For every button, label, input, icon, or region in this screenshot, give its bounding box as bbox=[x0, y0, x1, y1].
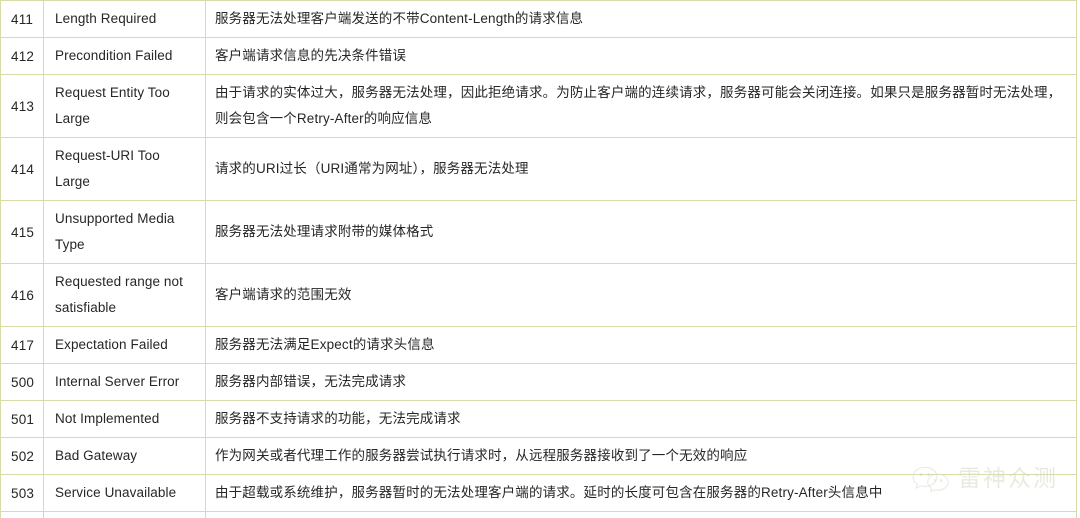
status-code-cell: 411 bbox=[0, 0, 44, 38]
table-row: 416 Requested range not satisfiable 客户端请求的… bbox=[0, 263, 1077, 327]
status-description-cell: 客户端请求信息的先决条件错误 bbox=[205, 37, 1077, 75]
status-description-cell: 服务器不支持请求的功能，无法完成请求 bbox=[205, 400, 1077, 438]
status-description-cell: 由于请求的实体过大，服务器无法处理，因此拒绝请求。为防止客户端的连续请求，服务器… bbox=[205, 74, 1077, 138]
status-description-cell: 请求的URI过长（URI通常为网址），服务器无法处理 bbox=[205, 137, 1077, 201]
status-name-cell: Expectation Failed bbox=[43, 326, 206, 364]
table-row: 413 Request Entity Too Large 由于请求的实体过大，服务器… bbox=[0, 74, 1077, 138]
status-code-cell: 502 bbox=[0, 437, 44, 475]
status-name-cell: Requested range not satisfiable bbox=[43, 263, 206, 327]
status-description-cell: 服务器内部错误，无法完成请求 bbox=[205, 363, 1077, 401]
status-name-cell: Length Required bbox=[43, 0, 206, 38]
status-code-cell: 504 bbox=[0, 511, 44, 518]
status-name-cell: Not Implemented bbox=[43, 400, 206, 438]
table-row: 412 Precondition Failed 客户端请求信息的先决条件错误 bbox=[0, 37, 1077, 75]
status-name-cell: Internal Server Error bbox=[43, 363, 206, 401]
status-name-cell: Request Entity Too Large bbox=[43, 74, 206, 138]
status-code-cell: 412 bbox=[0, 37, 44, 75]
table-row: 501 Not Implemented 服务器不支持请求的功能，无法完成请求 bbox=[0, 400, 1077, 438]
status-description-cell: 作为网关或者代理工作的服务器尝试执行请求时，从远程服务器接收到了一个无效的响应 bbox=[205, 437, 1077, 475]
status-code-cell: 503 bbox=[0, 474, 44, 512]
status-name-cell: Bad Gateway bbox=[43, 437, 206, 475]
table-row: 414 Request-URI Too Large 请求的URI过长（URI通常为网… bbox=[0, 137, 1077, 201]
table-row: 503 Service Unavailable 由于超载或系统维护，服务器暂时的无法… bbox=[0, 474, 1077, 512]
status-description-cell: 服务器无法处理请求附带的媒体格式 bbox=[205, 200, 1077, 264]
table-row: 415 Unsupported Media Type 服务器无法处理请求附带的媒体格… bbox=[0, 200, 1077, 264]
status-name-cell: Request-URI Too Large bbox=[43, 137, 206, 201]
status-description-cell: 服务器无法处理客户端发送的不带Content-Length的请求信息 bbox=[205, 0, 1077, 38]
page-root: 411 Length Required 服务器无法处理客户端发送的不带Content… bbox=[0, 0, 1080, 518]
table-row: 502 Bad Gateway 作为网关或者代理工作的服务器尝试执行请求时，从远程服… bbox=[0, 437, 1077, 475]
table-row: 504Gateway Time-out充当网关或代理的服务器，未及时从远端服务器… bbox=[0, 511, 1077, 518]
status-description-cell: 充当网关或代理的服务器，未及时从远端服务器获取请求 bbox=[205, 511, 1077, 518]
status-code-cell: 414 bbox=[0, 137, 44, 201]
status-name-cell: Service Unavailable bbox=[43, 474, 206, 512]
http-status-code-table: 411 Length Required 服务器无法处理客户端发送的不带Content… bbox=[0, 0, 1077, 518]
status-code-cell: 413 bbox=[0, 74, 44, 138]
status-description-cell: 客户端请求的范围无效 bbox=[205, 263, 1077, 327]
status-name-cell: Precondition Failed bbox=[43, 37, 206, 75]
table-row: 500 Internal Server Error 服务器内部错误，无法完成请求 bbox=[0, 363, 1077, 401]
status-code-cell: 501 bbox=[0, 400, 44, 438]
status-code-cell: 416 bbox=[0, 263, 44, 327]
table-row: 417 Expectation Failed 服务器无法满足Expect的请求头信息 bbox=[0, 326, 1077, 364]
table-body: 411 Length Required 服务器无法处理客户端发送的不带Content… bbox=[0, 0, 1077, 518]
status-description-cell: 由于超载或系统维护，服务器暂时的无法处理客户端的请求。延时的长度可包含在服务器的… bbox=[205, 474, 1077, 512]
status-description-cell: 服务器无法满足Expect的请求头信息 bbox=[205, 326, 1077, 364]
table-row: 411 Length Required 服务器无法处理客户端发送的不带Content… bbox=[0, 0, 1077, 38]
status-name-cell: Unsupported Media Type bbox=[43, 200, 206, 264]
status-code-cell: 417 bbox=[0, 326, 44, 364]
status-name-cell: Gateway Time-out bbox=[43, 511, 206, 518]
status-code-cell: 415 bbox=[0, 200, 44, 264]
status-code-cell: 500 bbox=[0, 363, 44, 401]
